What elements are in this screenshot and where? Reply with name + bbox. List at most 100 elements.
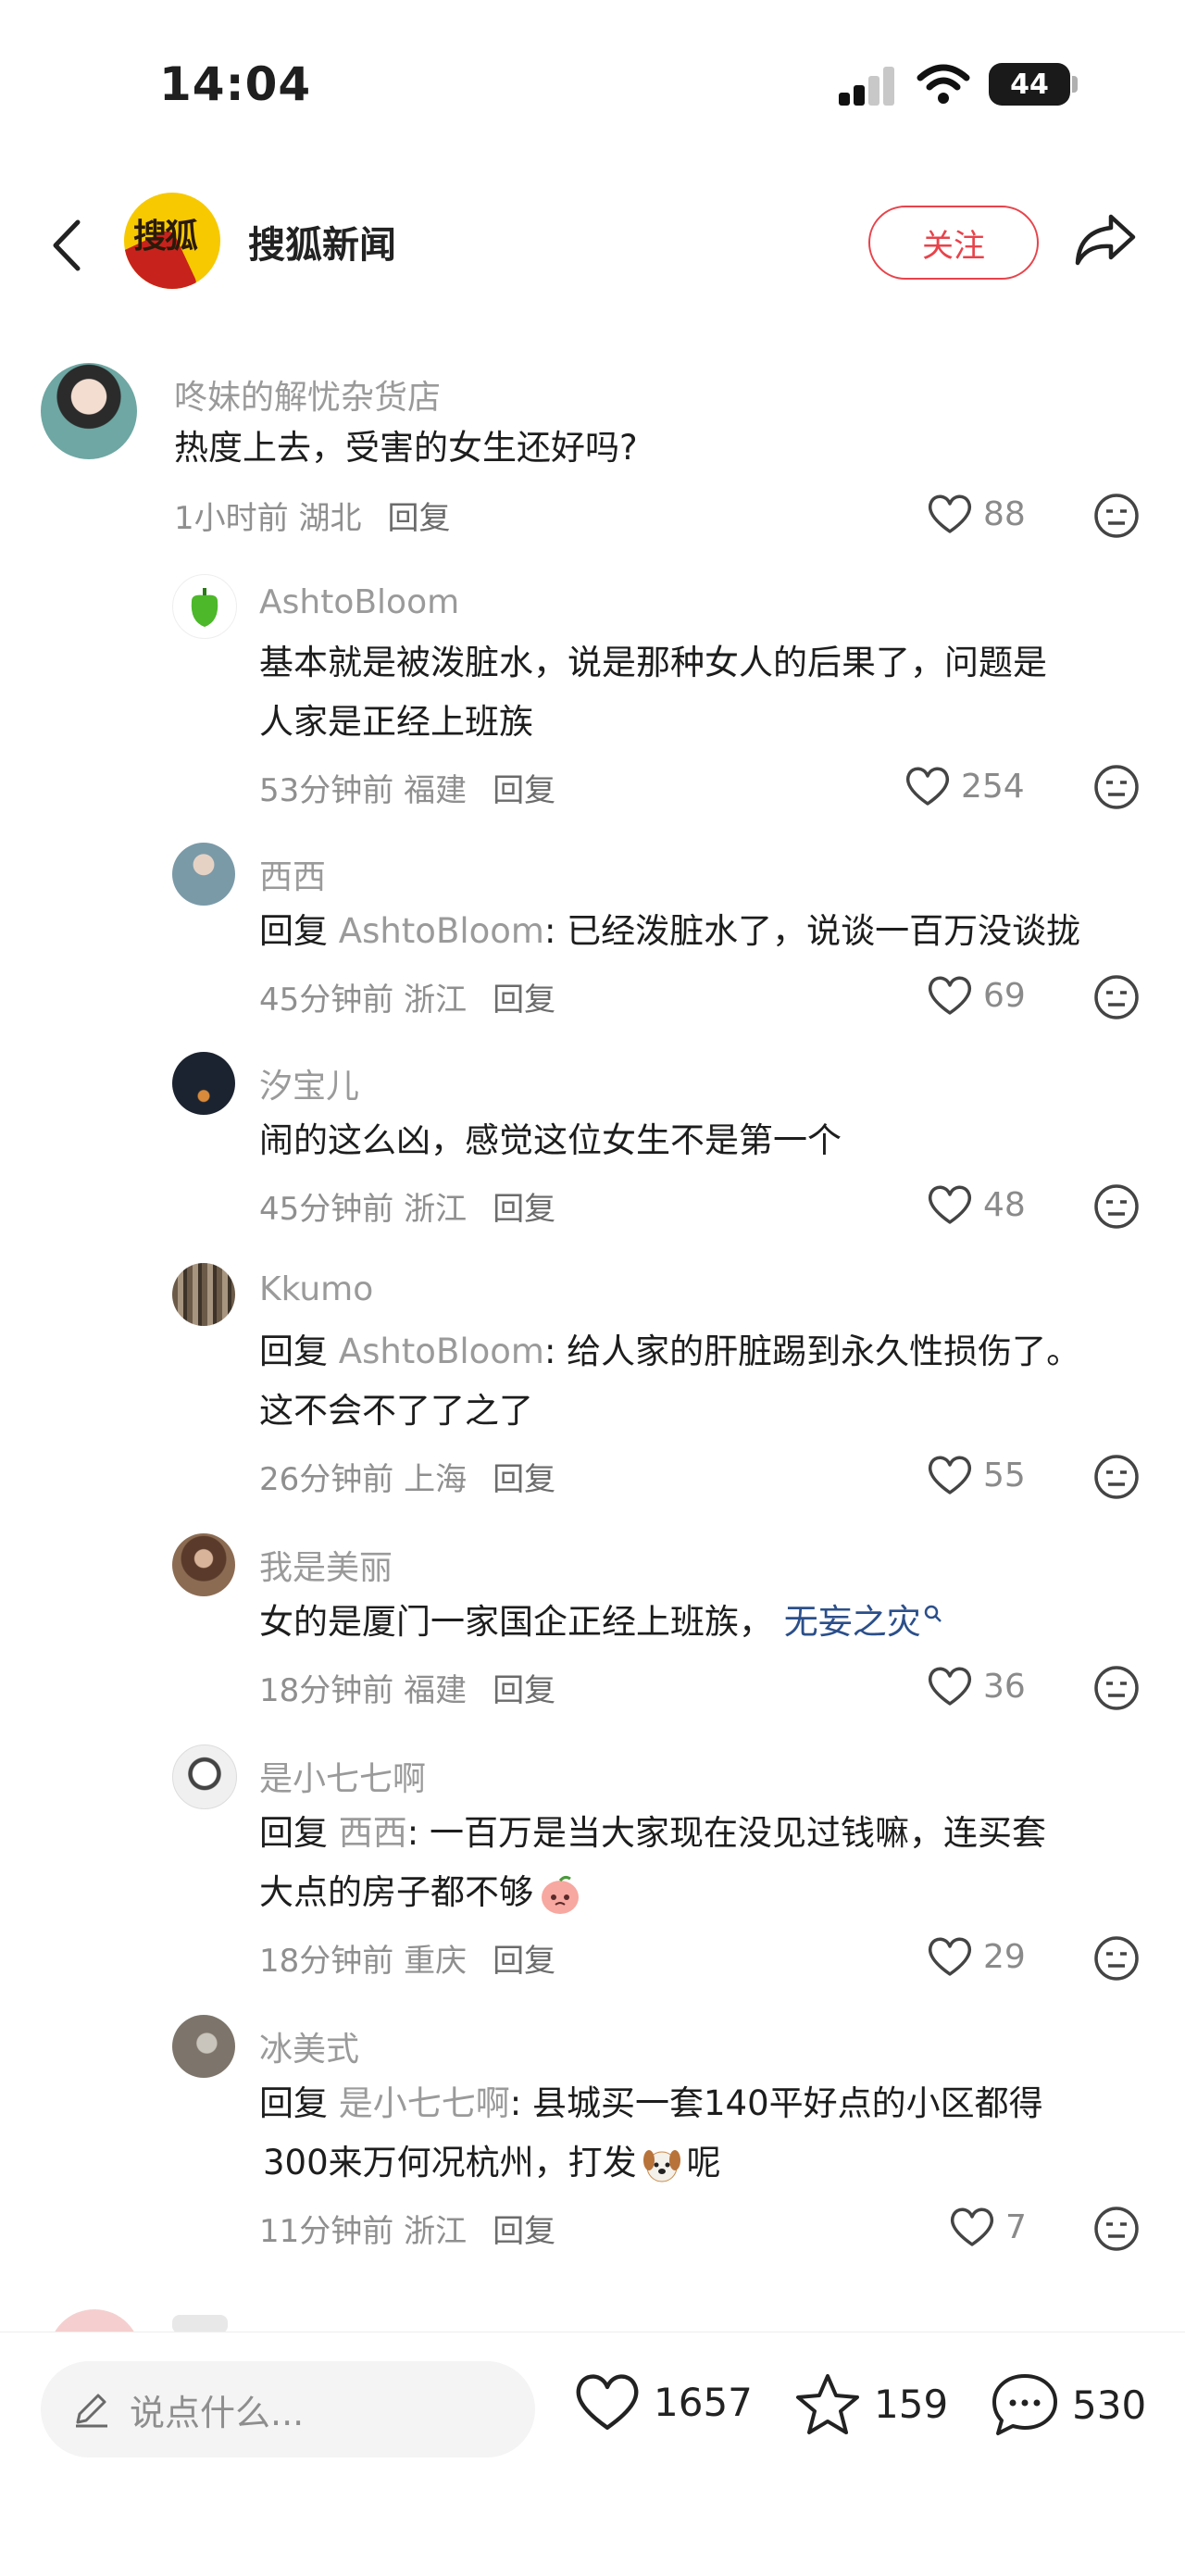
like-button[interactable]: 69 <box>926 974 1026 1017</box>
comment-username[interactable]: Kkumo <box>259 1270 373 1308</box>
dislike-face-icon[interactable] <box>1092 763 1141 811</box>
favorite-count: 159 <box>874 2381 949 2427</box>
like-button[interactable]: 254 <box>904 765 1025 807</box>
comment-input-placeholder: 说点什么... <box>130 2392 305 2433</box>
dislike-face-icon[interactable] <box>1092 1453 1141 1501</box>
reply-prefix: 回复 <box>259 1813 328 1853</box>
wifi-icon <box>917 64 970 104</box>
comment-time: 1小时前 <box>174 500 289 537</box>
like-button[interactable]: 36 <box>926 1665 1026 1707</box>
avatar[interactable] <box>172 1533 235 1596</box>
avatar[interactable] <box>41 363 137 459</box>
share-icon[interactable] <box>1074 211 1137 269</box>
dislike-face-icon[interactable] <box>1092 2205 1141 2253</box>
comment-text-line2: 人家是正经上班族 <box>259 702 533 742</box>
search-icon[interactable] <box>923 1604 943 1624</box>
dislike-face-icon[interactable] <box>1092 492 1141 540</box>
avatar[interactable] <box>172 843 235 906</box>
comment-location: 上海 <box>404 1461 468 1498</box>
comment-location: 重庆 <box>404 1943 468 1980</box>
heart-icon <box>928 1185 972 1224</box>
reply-button[interactable]: 回复 <box>493 1461 555 1498</box>
heart-icon <box>950 2207 994 2246</box>
favorite-button[interactable]: 159 <box>792 2370 948 2437</box>
dislike-face-icon[interactable] <box>1092 973 1141 1021</box>
topic-link[interactable]: 无妄之灾 <box>784 1602 921 1642</box>
reply-button[interactable]: 回复 <box>493 1191 555 1228</box>
dog-emoji-icon <box>642 2149 680 2182</box>
dislike-face-icon[interactable] <box>1092 1934 1141 1982</box>
comment-username[interactable]: AshtoBloom <box>259 583 459 621</box>
back-arrow-icon[interactable] <box>41 213 96 278</box>
comment-count: 530 <box>1072 2382 1147 2428</box>
comment-username[interactable]: 冰美式 <box>259 2022 359 2070</box>
reply-target[interactable]: 西西 <box>339 1813 407 1853</box>
like-button[interactable]: 29 <box>926 1935 1026 1978</box>
comment-body-line2: 大点的房子都不够 <box>259 1872 533 1912</box>
comment-body: 女的是厦门一家国企正经上班族， <box>259 1602 773 1642</box>
comment-username[interactable]: 汐宝儿 <box>259 1059 359 1107</box>
comment-meta: 45分钟前 浙江 回复 <box>259 974 555 1019</box>
avatar[interactable] <box>172 1052 235 1115</box>
reply-button[interactable]: 回复 <box>493 772 555 809</box>
comment-text: 闹的这么凶，感觉这位女生不是第一个 <box>259 1120 842 1160</box>
avatar[interactable] <box>172 1263 235 1326</box>
comment-username[interactable]: 我是美丽 <box>259 1541 393 1589</box>
sohu-logo[interactable]: 搜狐 <box>124 193 220 289</box>
comment-bubble-icon <box>992 2374 1057 2435</box>
comment-input[interactable]: 说点什么... <box>41 2361 535 2457</box>
comment-username[interactable]: 咚妹的解忧杂货店 <box>174 370 441 419</box>
comment-meta: 53分钟前 福建 回复 <box>259 765 555 810</box>
like-button[interactable]: 48 <box>926 1183 1026 1226</box>
like-button[interactable]: 7 <box>948 2206 1027 2248</box>
comment-username[interactable]: 西西 <box>259 850 326 898</box>
heart-icon <box>928 1937 972 1976</box>
like-button[interactable]: 55 <box>926 1454 1026 1496</box>
comment-body-line2-end: 呢 <box>686 2143 721 2182</box>
battery-level: 44 <box>1010 68 1049 101</box>
comment-location: 浙江 <box>404 2213 468 2250</box>
dislike-face-icon[interactable] <box>1092 1182 1141 1231</box>
status-bar: 14:04 44 <box>0 0 1185 167</box>
peach-emoji-icon <box>542 1875 579 1914</box>
reply-target[interactable]: AshtoBloom <box>339 911 544 951</box>
comment-username[interactable]: 是小七七啊 <box>259 1752 426 1800</box>
like-count: 88 <box>983 494 1026 533</box>
like-count: 55 <box>983 1456 1026 1494</box>
reply-button[interactable]: 回复 <box>493 982 555 1019</box>
reply-target[interactable]: AshtoBloom <box>339 1332 544 1371</box>
comment-time: 18分钟前 <box>259 1672 394 1709</box>
reply-button[interactable]: 回复 <box>387 500 450 537</box>
like-button[interactable]: 88 <box>926 493 1026 535</box>
battery-cap <box>1072 76 1078 93</box>
logo-text: 搜狐 <box>133 218 198 256</box>
comment-text: 热度上去，受害的女生还好吗? <box>174 428 638 468</box>
avatar[interactable] <box>172 574 237 639</box>
cellular-signal-icon <box>839 65 898 106</box>
comment-location: 浙江 <box>404 982 468 1019</box>
heart-icon <box>928 1456 972 1494</box>
comment-meta: 26分钟前 上海 回复 <box>259 1454 555 1499</box>
comment-meta: 1小时前 湖北 回复 <box>174 493 450 538</box>
avatar[interactable] <box>172 2015 235 2078</box>
comment-text: 女的是厦门一家国企正经上班族， 无妄之灾 <box>259 1593 943 1652</box>
comment-location: 福建 <box>404 1672 468 1709</box>
follow-button[interactable]: 关注 <box>868 206 1039 280</box>
comment-location: 湖北 <box>298 500 362 537</box>
like-total-button[interactable]: 1657 <box>572 2370 753 2433</box>
like-total: 1657 <box>654 2379 753 2425</box>
reply-button[interactable]: 回复 <box>493 1672 555 1709</box>
comment-time: 11分钟前 <box>259 2213 394 2250</box>
comment-username <box>172 2315 228 2333</box>
account-name[interactable]: 搜狐新闻 <box>248 215 396 269</box>
avatar[interactable] <box>172 1744 237 1809</box>
comments-button[interactable]: 530 <box>989 2370 1146 2439</box>
reply-target[interactable]: 是小七七啊 <box>339 2083 510 2123</box>
reply-button[interactable]: 回复 <box>493 1943 555 1980</box>
heart-icon <box>928 976 972 1015</box>
comment-time: 53分钟前 <box>259 772 394 809</box>
dislike-face-icon[interactable] <box>1092 1664 1141 1712</box>
comment-text: 回复 AshtoBloom: 给人家的肝脏踢到永久性损伤了。 <box>259 1322 1080 1382</box>
reply-button[interactable]: 回复 <box>493 2213 555 2250</box>
comment-body: : 一百万是当大家现在没见过钱嘛，连买套 <box>406 1813 1046 1853</box>
